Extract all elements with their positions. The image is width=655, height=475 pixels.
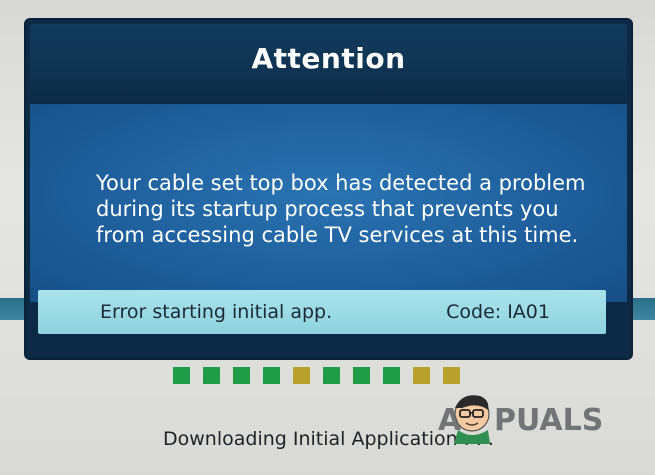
dialog-message: Your cable set top box has detected a pr… (96, 170, 586, 248)
dialog-title: Attention (251, 42, 406, 75)
appuals-watermark-logo: A PUALS (438, 395, 603, 444)
progress-square-olive (293, 367, 310, 384)
progress-square-green (323, 367, 340, 384)
progress-square-olive (443, 367, 460, 384)
progress-square-green (383, 367, 400, 384)
message-line: Your cable set top box has detected a pr… (96, 171, 586, 195)
svg-text:A: A (438, 403, 462, 438)
attention-dialog: Attention Your cable set top box has det… (26, 20, 631, 358)
progress-square-green (353, 367, 370, 384)
error-code: Code: IA01 (446, 301, 550, 323)
progress-square-olive (413, 367, 430, 384)
progress-square-green (263, 367, 280, 384)
download-progress (173, 367, 460, 385)
error-message: Error starting initial app. (100, 301, 333, 323)
dialog-header: Attention (30, 24, 627, 104)
message-line: from accessing cable TV services at this… (96, 223, 579, 247)
progress-square-green (233, 367, 250, 384)
error-bar: Error starting initial app. Code: IA01 (38, 290, 606, 334)
message-line: during its startup process that prevents… (96, 197, 559, 221)
dialog-body: Your cable set top box has detected a pr… (30, 104, 627, 302)
progress-square-green (203, 367, 220, 384)
svg-text:PUALS: PUALS (494, 403, 603, 438)
progress-square-green (173, 367, 190, 384)
